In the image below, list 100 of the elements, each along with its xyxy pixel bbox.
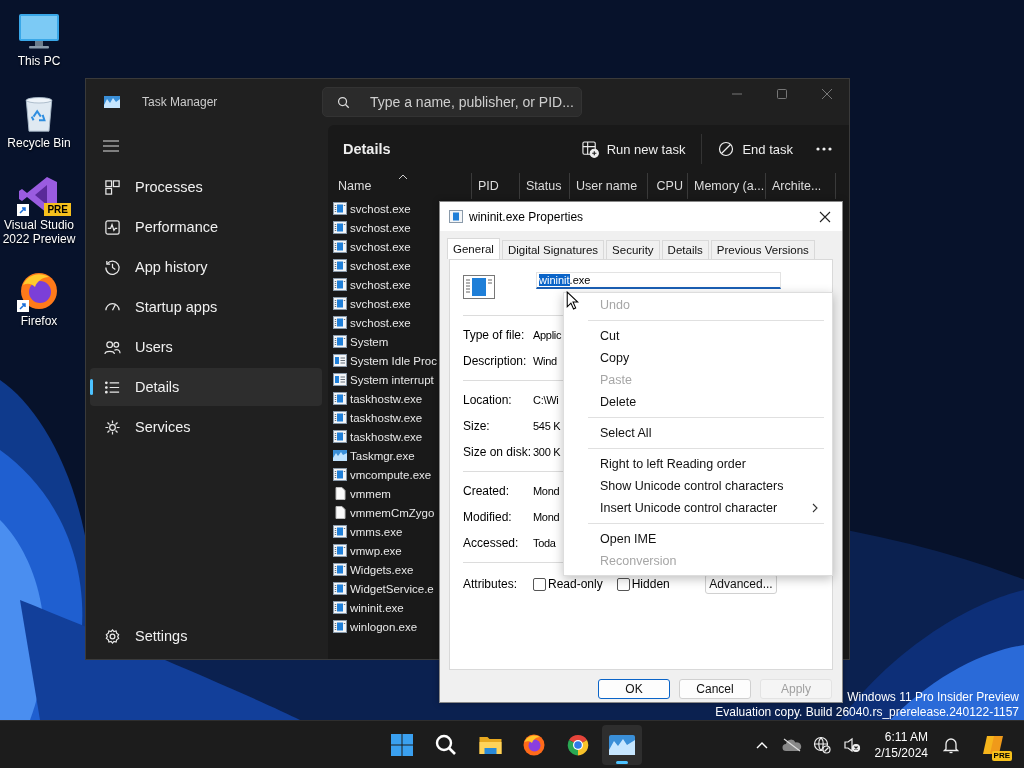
program-icon — [333, 430, 347, 443]
watermark-text: Windows 11 Pro Insider Preview — [847, 690, 1019, 705]
program-icon — [333, 544, 347, 557]
search-icon — [434, 732, 458, 757]
program-icon — [333, 259, 347, 272]
menu-item[interactable]: Show Unicode control characters — [564, 475, 832, 497]
toolbar-button[interactable]: Run new task — [571, 133, 696, 165]
nav-item[interactable]: Processes — [90, 168, 322, 206]
fox-globe-icon — [522, 732, 546, 757]
tab[interactable]: Previous Versions — [710, 240, 815, 259]
nav-item[interactable]: App history — [90, 248, 322, 286]
advanced-button[interactable]: Advanced... — [705, 574, 777, 594]
program-icon — [333, 392, 347, 405]
chart-app-icon — [333, 449, 347, 462]
chart-app-icon — [104, 96, 120, 108]
field-label: Type of file: — [463, 328, 526, 342]
process-name: taskhostw.exe — [350, 430, 423, 443]
maximize-icon — [775, 88, 788, 100]
dialog-title: wininit.exe Properties — [469, 209, 584, 224]
column-header[interactable]: CPU — [648, 173, 688, 199]
desktop-shortcut[interactable]: PRE Visual Studio 2022 Preview — [0, 172, 78, 246]
prohibited-icon — [718, 141, 735, 157]
chevron-right-icon — [812, 503, 818, 513]
tab[interactable]: General — [447, 238, 500, 259]
process-name: vmms.exe — [350, 525, 403, 538]
program-icon — [333, 278, 347, 291]
toolbar-button[interactable]: End task — [708, 133, 803, 165]
field-label: Location: — [463, 393, 513, 407]
nav-item[interactable]: Services — [90, 408, 322, 446]
more-icon — [816, 147, 832, 151]
menu-item[interactable]: Copy — [564, 347, 832, 369]
program-icon — [449, 210, 463, 223]
dialog-button[interactable]: OK — [598, 679, 670, 699]
windows-logo-icon — [390, 732, 414, 757]
field-label: Size on disk: — [463, 445, 533, 459]
nav-item[interactable]: Performance — [90, 208, 322, 246]
column-header[interactable]: PID — [472, 173, 520, 199]
column-header[interactable]: Memory (a... — [688, 173, 766, 199]
desktop-shortcut[interactable]: Recycle Bin — [0, 90, 78, 150]
checkbox[interactable] — [533, 577, 546, 591]
add-window-icon — [581, 140, 599, 158]
chevron-up-icon — [755, 740, 768, 749]
field-label: Description: — [463, 354, 528, 368]
process-name: svchost.exe — [350, 259, 411, 272]
field-label: Modified: — [463, 510, 513, 524]
nav-item[interactable]: Details — [90, 368, 322, 406]
clock[interactable]: 6:11 AM 2/15/2024 — [868, 728, 934, 761]
column-header[interactable]: Archite... — [766, 173, 836, 199]
menu-item[interactable]: Cut — [564, 325, 832, 347]
process-name: Widgets.exe — [350, 563, 414, 576]
menu-icon — [103, 140, 119, 152]
search-field[interactable]: Type a name, publisher, or PID... — [322, 87, 582, 117]
checkbox-label: Hidden — [631, 577, 670, 591]
desktop-shortcut[interactable]: This PC — [0, 8, 78, 68]
field-label: Attributes: — [463, 577, 519, 591]
process-name: svchost.exe — [350, 221, 411, 234]
program-icon — [333, 411, 347, 424]
tab[interactable]: Details — [661, 240, 709, 259]
program-icon — [333, 468, 347, 481]
menu-item[interactable]: Select All — [564, 422, 832, 444]
checkbox-label: Read-only — [548, 577, 603, 591]
process-name: vmwp.exe — [350, 544, 402, 557]
dialog-button[interactable]: Cancel — [679, 679, 751, 699]
preview-badge: PRE — [991, 750, 1012, 761]
file-icon — [333, 506, 347, 519]
program-icon — [333, 582, 347, 595]
grid-icon — [104, 178, 121, 196]
process-name: vmmemCmZygo — [350, 506, 435, 519]
tab[interactable]: Digital Signatures — [501, 240, 605, 259]
process-name: System interrupt — [350, 373, 434, 386]
menu-item[interactable]: Insert Unicode control character — [564, 497, 832, 519]
program-icon — [333, 316, 347, 329]
field-value: Toda — [533, 537, 556, 549]
menu-item[interactable]: Delete — [564, 391, 832, 413]
settings-icon — [104, 627, 121, 645]
chart-app-icon — [609, 734, 635, 755]
tab[interactable]: Security — [606, 240, 660, 259]
field-value: Wind — [533, 355, 557, 367]
process-name: vmmem — [350, 487, 391, 500]
column-header[interactable]: User name — [570, 173, 648, 199]
menu-item[interactable]: Right to left Reading order — [564, 453, 832, 475]
process-name: WidgetService.e — [350, 582, 434, 595]
program-icon — [463, 275, 495, 299]
desktop-shortcut[interactable]: Firefox — [0, 268, 78, 328]
nav-item[interactable]: Settings — [90, 617, 322, 655]
nav-item[interactable]: Users — [90, 328, 322, 366]
checkbox[interactable] — [616, 577, 630, 591]
column-header[interactable]: Name — [334, 173, 472, 199]
process-name: taskhostw.exe — [350, 411, 423, 424]
field-value: Mond — [533, 511, 560, 523]
menu-item[interactable]: Open IME — [564, 528, 832, 550]
field-value: 300 K — [533, 446, 561, 458]
running-indicator — [616, 760, 628, 764]
column-header[interactable]: Status — [520, 173, 570, 199]
taskbar-app[interactable] — [602, 724, 642, 765]
process-name: System Idle Proc — [350, 354, 437, 367]
shortcut-arrow-icon — [17, 300, 29, 312]
nav-item[interactable]: Startup apps — [90, 288, 322, 326]
menu-button[interactable] — [103, 139, 119, 153]
program-icon — [333, 335, 347, 348]
